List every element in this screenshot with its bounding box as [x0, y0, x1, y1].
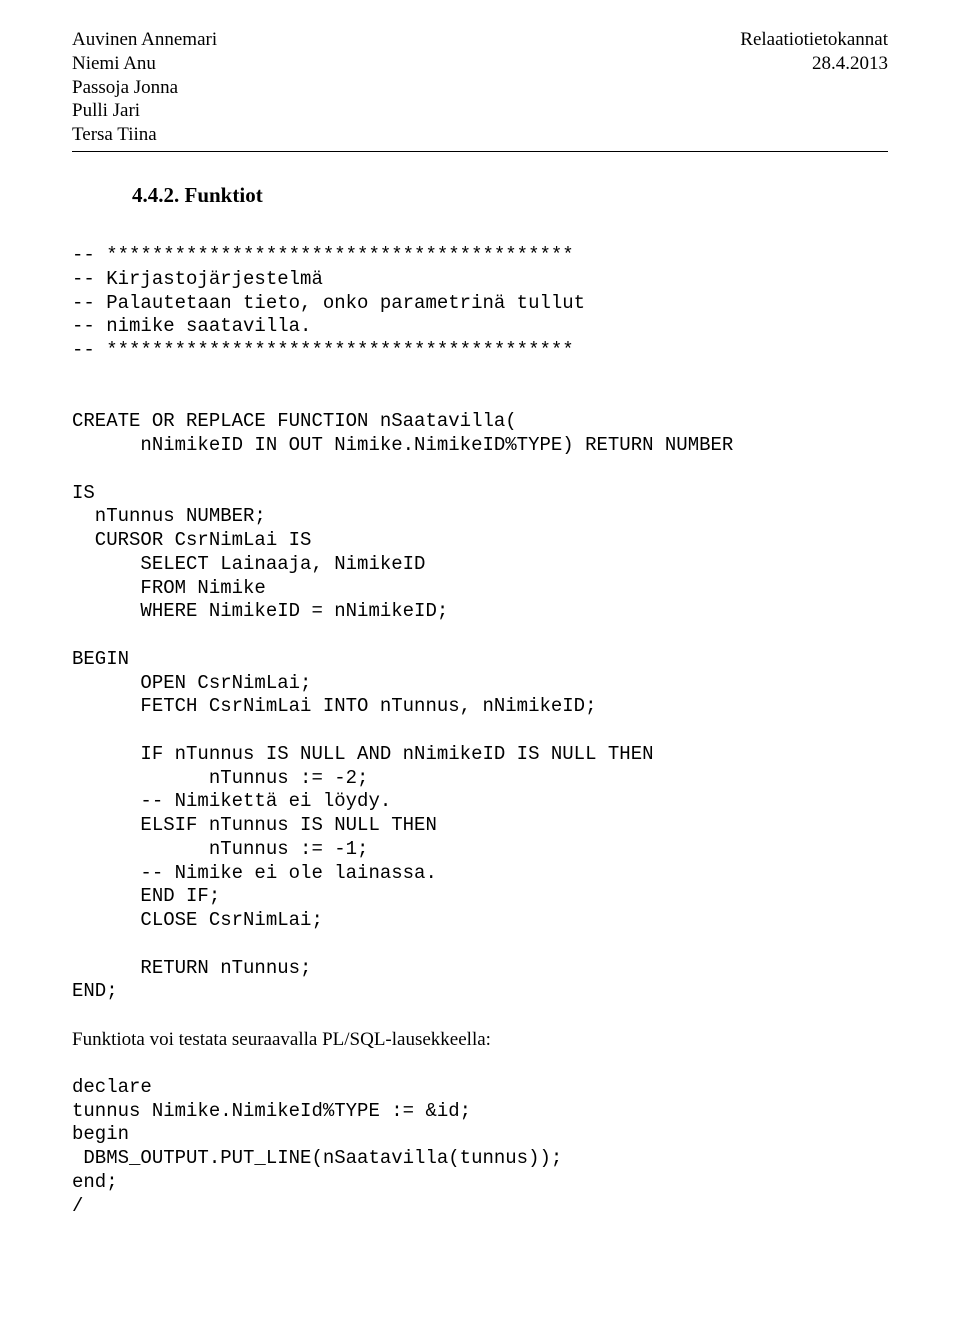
section-title: 4.4.2. Funktiot	[132, 182, 888, 208]
author-name: Auvinen Annemari	[72, 28, 217, 52]
plsql-function-code: -- *************************************…	[72, 244, 888, 1004]
author-name: Tersa Tiina	[72, 123, 217, 147]
document-date: 28.4.2013	[740, 52, 888, 76]
header-meta: Relaatiotietokannat 28.4.2013	[740, 28, 888, 76]
course-name: Relaatiotietokannat	[740, 28, 888, 52]
author-name: Passoja Jonna	[72, 76, 217, 100]
author-list: Auvinen Annemari Niemi Anu Passoja Jonna…	[72, 28, 217, 147]
section-heading-text: Funktiot	[185, 183, 263, 207]
author-name: Pulli Jari	[72, 99, 217, 123]
code-caption: Funktiota voi testata seuraavalla PL/SQL…	[72, 1028, 888, 1052]
author-name: Niemi Anu	[72, 52, 217, 76]
page-header: Auvinen Annemari Niemi Anu Passoja Jonna…	[72, 28, 888, 152]
plsql-test-code: declare tunnus Nimike.NimikeId%TYPE := &…	[72, 1076, 888, 1219]
section-number: 4.4.2.	[132, 183, 179, 207]
